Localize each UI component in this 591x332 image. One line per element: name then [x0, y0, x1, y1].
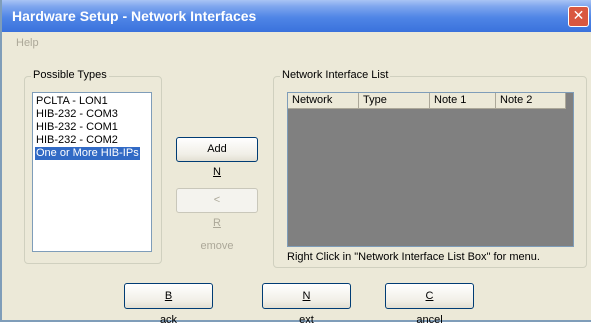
remove-label-suffix: emove: [200, 240, 234, 252]
remove-mnemonic: R: [213, 217, 221, 229]
close-icon: ✕: [572, 8, 585, 24]
hint-text: Right Click in "Network Interface List B…: [287, 251, 540, 263]
back-button[interactable]: Back: [124, 283, 213, 326]
hardware-setup-window: Hardware Setup - Network Interfaces ✕ He…: [0, 0, 591, 326]
close-button[interactable]: ✕: [568, 6, 589, 27]
cancel-mnemonic: C: [425, 290, 434, 302]
add-ni-button[interactable]: Add NI >: [176, 137, 258, 201]
menu-help[interactable]: Help: [16, 37, 39, 49]
next-mnemonic: N: [302, 290, 311, 302]
column-header-type[interactable]: Type: [359, 93, 430, 109]
cancel-label: ancel: [416, 314, 443, 326]
menu-bar: Help: [4, 32, 591, 54]
column-header-network[interactable]: Network: [288, 93, 359, 109]
list-item[interactable]: PCLTA - LON1: [35, 95, 109, 108]
list-item[interactable]: HIB-232 - COM1: [35, 121, 119, 134]
back-mnemonic: B: [164, 290, 173, 302]
title-bar[interactable]: Hardware Setup - Network Interfaces ✕: [2, 0, 591, 32]
list-item-selected[interactable]: One or More HIB-IPs: [35, 147, 140, 160]
window-title: Hardware Setup - Network Interfaces: [12, 8, 257, 24]
next-button[interactable]: Next: [262, 283, 351, 326]
network-interface-listbox[interactable]: Network Type Note 1 Note 2: [287, 92, 574, 247]
back-label: ack: [159, 314, 178, 326]
possible-types-listbox[interactable]: PCLTA - LON1 HIB-232 - COM3 HIB-232 - CO…: [32, 92, 152, 252]
possible-types-title: Possible Types: [31, 69, 109, 81]
add-ni-label-prefix: Add: [207, 143, 227, 155]
next-label: ext: [299, 314, 314, 326]
remove-button[interactable]: < Remove: [176, 188, 258, 252]
column-header-note2[interactable]: Note 2: [496, 93, 566, 109]
network-interface-title: Network Interface List: [280, 69, 391, 81]
remove-label-prefix: <: [213, 194, 221, 206]
column-header-note1[interactable]: Note 1: [430, 93, 496, 109]
list-item[interactable]: HIB-232 - COM2: [35, 134, 119, 147]
add-ni-mnemonic: N: [213, 166, 221, 178]
list-item[interactable]: HIB-232 - COM3: [35, 108, 119, 121]
cancel-button[interactable]: Cancel: [385, 283, 474, 326]
